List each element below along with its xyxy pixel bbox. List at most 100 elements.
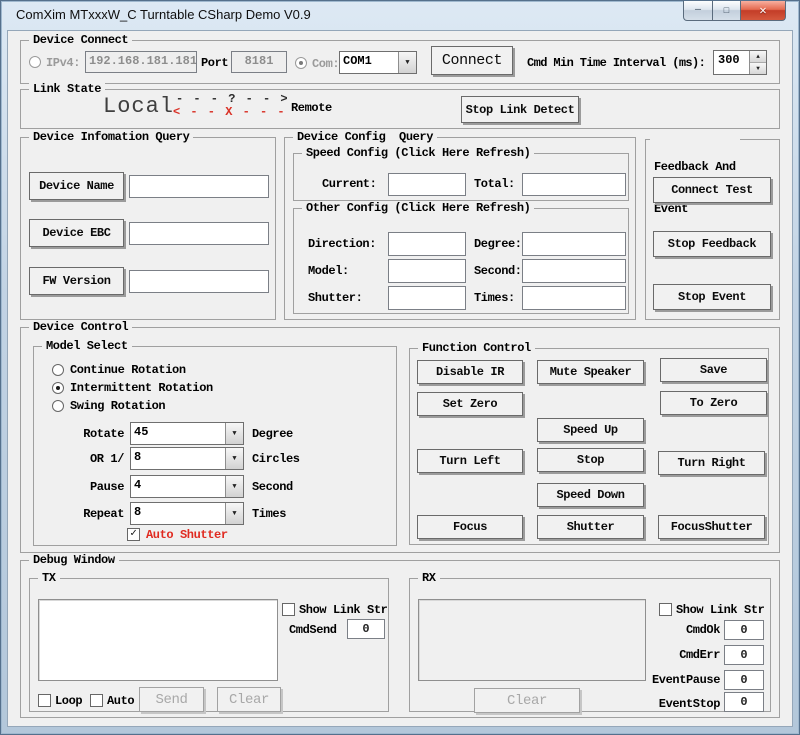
device-name-button[interactable]: Device Name <box>29 172 124 200</box>
pause-unit-label: Second <box>252 480 293 494</box>
send-button[interactable]: Send <box>139 687 204 712</box>
fw-version-field[interactable] <box>129 270 269 293</box>
tx-show-link-str-label: Show Link Str <box>299 603 387 617</box>
event-pause-label: EventPause <box>560 673 720 687</box>
local-label: Local <box>103 94 174 119</box>
turn-right-button[interactable]: Turn Right <box>658 451 765 475</box>
device-name-field[interactable] <box>129 175 269 198</box>
auto-shutter-checkbox[interactable]: ✓ <box>127 528 140 541</box>
auto-checkbox[interactable] <box>90 694 103 707</box>
ip-input[interactable]: 192.168.181.181 <box>85 51 197 73</box>
set-zero-button[interactable]: Set Zero <box>417 392 523 416</box>
rx-clear-button[interactable]: Clear <box>474 688 580 713</box>
group-model-select-title: Model Select <box>42 339 132 353</box>
event-stop-label: EventStop <box>560 697 720 711</box>
app-window: ComXim MTxxxW_C Turntable CSharp Demo V0… <box>0 0 800 735</box>
shutter-label: Shutter: <box>308 291 362 305</box>
continue-rotation-radio[interactable] <box>52 364 64 376</box>
interval-value[interactable]: 300 <box>714 51 749 74</box>
focus-shutter-button[interactable]: FocusShutter <box>658 515 765 539</box>
dropdown-arrow-icon[interactable]: ▼ <box>225 476 243 497</box>
speed-config-refresh-label[interactable]: Speed Config (Click Here Refresh) <box>302 146 534 160</box>
group-rx: RX Show Link Str CmdOk 0 CmdErr 0 EventP… <box>409 578 771 712</box>
group-rx-title: RX <box>418 571 440 585</box>
tx-log[interactable] <box>38 599 278 681</box>
cmd-err-label: CmdErr <box>560 648 720 662</box>
ipv4-label: IPv4: <box>46 56 80 70</box>
maximize-button[interactable]: □ <box>713 1 740 21</box>
connect-test-button[interactable]: Connect Test <box>653 177 771 203</box>
to-zero-button[interactable]: To Zero <box>660 391 767 415</box>
link-back-arrow: < - - X - - - <box>173 105 286 119</box>
total-label: Total: <box>474 177 515 191</box>
loop-checkbox[interactable] <box>38 694 51 707</box>
pause-select[interactable]: 4 ▼ <box>130 475 244 498</box>
model-field[interactable] <box>388 259 466 283</box>
minimize-button[interactable]: — <box>683 1 713 21</box>
turn-left-button[interactable]: Turn Left <box>417 449 523 473</box>
direction-field[interactable] <box>388 232 466 256</box>
tx-clear-button[interactable]: Clear <box>217 687 281 712</box>
tx-show-link-str-checkbox[interactable] <box>282 603 295 616</box>
intermittent-rotation-radio[interactable] <box>52 382 64 394</box>
total-field[interactable] <box>522 173 626 196</box>
stop-feedback-button[interactable]: Stop Feedback <box>653 231 771 257</box>
dropdown-arrow-icon[interactable]: ▼ <box>225 503 243 524</box>
focus-button[interactable]: Focus <box>417 515 523 539</box>
mute-speaker-button[interactable]: Mute Speaker <box>537 360 644 384</box>
repeat-select[interactable]: 8 ▼ <box>130 502 244 525</box>
com-radio[interactable] <box>295 57 307 69</box>
port-label: Port: <box>201 56 235 70</box>
swing-rotation-label: Swing Rotation <box>70 399 165 413</box>
disable-ir-button[interactable]: Disable IR <box>417 360 523 384</box>
swing-rotation-radio[interactable] <box>52 400 64 412</box>
repeat-unit-label: Times <box>252 507 286 521</box>
group-feedback-event: Feedback And Event Connect Test Stop Fee… <box>645 139 780 320</box>
other-config-refresh-label[interactable]: Other Config (Click Here Refresh) <box>302 201 534 215</box>
direction-label: Direction: <box>308 237 376 251</box>
group-function-control: Function Control Disable IR Mute Speaker… <box>409 348 769 545</box>
shutter-button[interactable]: Shutter <box>537 515 644 539</box>
ipv4-radio[interactable] <box>29 56 41 68</box>
connect-button[interactable]: Connect <box>431 46 513 75</box>
group-speed-config: Speed Config (Click Here Refresh) Curren… <box>293 153 629 201</box>
pause-select-value: 4 <box>131 476 225 497</box>
cmd-ok-field: 0 <box>724 620 764 640</box>
times-field[interactable] <box>522 286 626 310</box>
degree-field[interactable] <box>522 232 626 256</box>
port-input[interactable]: 8181 <box>231 51 287 73</box>
com-select[interactable]: COM1 ▼ <box>339 51 417 74</box>
speed-up-button[interactable]: Speed Up <box>537 418 644 442</box>
rx-show-link-str-checkbox[interactable] <box>659 603 672 616</box>
group-device-config: Device Config Query Speed Config (Click … <box>284 137 636 320</box>
dropdown-arrow-icon[interactable]: ▼ <box>398 52 416 73</box>
group-tx-title: TX <box>38 571 60 585</box>
circles-unit-label: Circles <box>252 452 300 466</box>
group-device-connect: Device Connect IPv4: 192.168.181.181 Por… <box>20 40 780 84</box>
save-button[interactable]: Save <box>660 358 767 382</box>
interval-spinner[interactable]: 300 ▲ ▼ <box>713 50 767 75</box>
rotate-select[interactable]: 45 ▼ <box>130 422 244 445</box>
speed-down-button[interactable]: Speed Down <box>537 483 644 507</box>
dropdown-arrow-icon[interactable]: ▼ <box>225 448 243 469</box>
dropdown-arrow-icon[interactable]: ▼ <box>225 423 243 444</box>
current-field[interactable] <box>388 173 466 196</box>
device-ebc-field[interactable] <box>129 222 269 245</box>
stop-button[interactable]: Stop <box>537 448 644 472</box>
device-ebc-button[interactable]: Device EBC <box>29 219 124 247</box>
rotate-unit-label: Degree <box>252 427 293 441</box>
rx-log[interactable] <box>418 599 646 681</box>
remote-label: Remote <box>291 101 332 115</box>
spinner-up-button[interactable]: ▲ <box>750 51 766 63</box>
close-button[interactable]: ✕ <box>740 1 786 21</box>
window-title: ComXim MTxxxW_C Turntable CSharp Demo V0… <box>16 7 311 22</box>
stop-link-detect-button[interactable]: Stop Link Detect <box>461 96 579 123</box>
degree-label: Degree: <box>474 237 522 251</box>
rotate-label: Rotate <box>54 427 124 441</box>
stop-event-button[interactable]: Stop Event <box>653 284 771 310</box>
fw-version-button[interactable]: FW Version <box>29 267 124 295</box>
spinner-down-button[interactable]: ▼ <box>750 63 766 74</box>
second-field[interactable] <box>522 259 626 283</box>
shutter-field[interactable] <box>388 286 466 310</box>
circles-select[interactable]: 8 ▼ <box>130 447 244 470</box>
